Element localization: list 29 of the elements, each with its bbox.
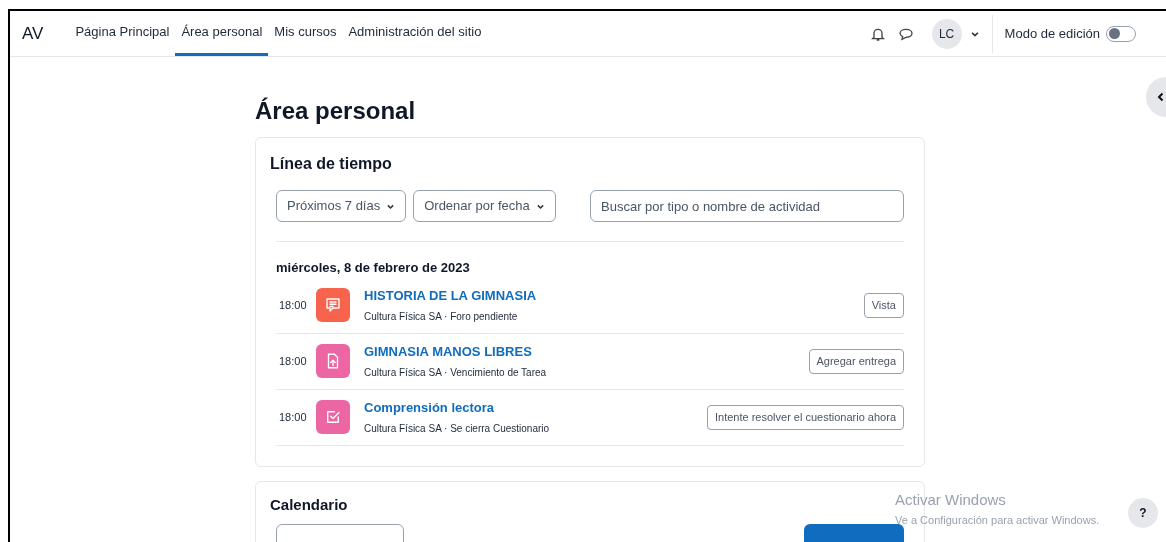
event-link[interactable]: GIMNASIA MANOS LIBRES bbox=[364, 342, 547, 362]
activation-notice-title: Activar Windows bbox=[895, 490, 1007, 510]
page-title: Área personal bbox=[255, 96, 417, 126]
edit-mode-label: Modo de edición bbox=[1004, 24, 1100, 43]
event-link[interactable]: HISTORIA DE LA GIMNASIA bbox=[364, 286, 537, 306]
event-subtitle: Cultura Física SA · Vencimiento de Tarea bbox=[364, 365, 547, 380]
event-time: 18:00 bbox=[278, 297, 308, 313]
nav-link[interactable]: Mis cursos bbox=[268, 11, 343, 56]
filter-dropdown[interactable]: Próximos 7 días bbox=[276, 190, 407, 222]
user-avatar[interactable]: LC bbox=[931, 18, 962, 49]
search-field[interactable]: Buscar por tipo o nombre de actividad bbox=[590, 190, 904, 222]
event-subtitle: Cultura Física SA · Se cierra Cuestionario bbox=[364, 421, 550, 436]
event-time: 18:00 bbox=[278, 353, 308, 369]
action-button[interactable]: Agregar entrega bbox=[808, 348, 904, 374]
card-title: Calendario bbox=[270, 494, 348, 515]
nav-link[interactable]: Página Principal bbox=[69, 11, 176, 56]
action-button[interactable]: Vista bbox=[863, 292, 904, 318]
brand-text[interactable]: AV bbox=[22, 20, 44, 47]
nav-link[interactable]: Administración del sitio bbox=[342, 11, 488, 56]
event-subtitle: Cultura Física SA · Foro pendiente bbox=[364, 309, 519, 324]
filter-dropdown[interactable]: Ordenar por fecha bbox=[413, 190, 556, 222]
card-title: Línea de tiempo bbox=[270, 154, 393, 174]
event-time: 18:00 bbox=[278, 409, 308, 425]
nav-link[interactable]: Área personal bbox=[175, 11, 269, 56]
date-heading: miércoles, 8 de febrero de 2023 bbox=[276, 259, 471, 277]
help-button[interactable]: ? bbox=[1128, 498, 1158, 528]
event-link[interactable]: Comprensión lectora bbox=[364, 398, 550, 418]
activation-notice-text: Ve a Configuración para activar Windows. bbox=[895, 512, 1100, 528]
action-button[interactable]: Intente resolver el cuestionario ahora bbox=[707, 404, 904, 430]
